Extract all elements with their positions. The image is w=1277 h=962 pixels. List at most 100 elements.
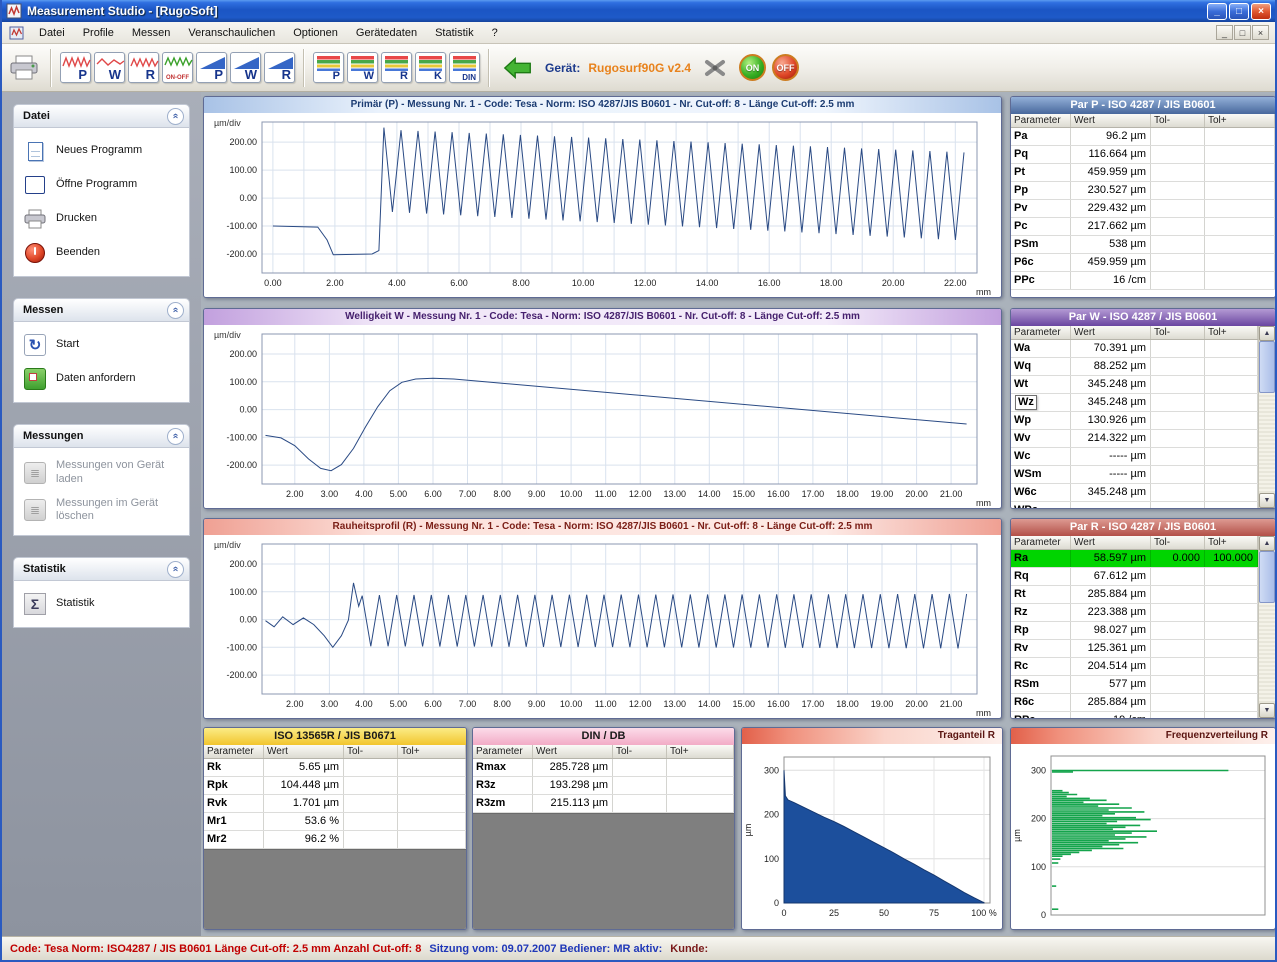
collapse-chevron-icon[interactable]: » (167, 302, 184, 319)
table-row[interactable]: WSm----- µm (1011, 466, 1258, 484)
column-header-wert[interactable]: Wert (1071, 536, 1151, 549)
minimize-button[interactable]: _ (1207, 3, 1227, 20)
column-header-parameter[interactable]: Parameter (473, 745, 533, 758)
table-row[interactable]: PSm538 µm (1011, 236, 1275, 254)
table-row[interactable]: Ra58.597 µm0.000100.000 (1011, 550, 1258, 568)
menu-item-messen[interactable]: Messen (123, 24, 180, 42)
scroll-down-button[interactable]: ▼ (1259, 493, 1275, 508)
sidebar-item-statistik[interactable]: ΣStatistik (14, 587, 189, 621)
sidebar-panel-header-messungen[interactable]: Messungen» (13, 424, 190, 448)
param-edit-box[interactable]: Wz (1015, 395, 1037, 410)
table-row[interactable]: PPc16 /cm (1011, 272, 1275, 290)
scroll-down-button[interactable]: ▼ (1259, 703, 1275, 718)
column-header-wert[interactable]: Wert (264, 745, 344, 758)
table-row[interactable]: Pt459.959 µm (1011, 164, 1275, 182)
close-button[interactable]: × (1251, 3, 1271, 20)
sidebar-panel-header-statistik[interactable]: Statistik» (13, 557, 190, 581)
table-row[interactable]: W6c345.248 µm (1011, 484, 1258, 502)
table-row[interactable]: Pp230.527 µm (1011, 182, 1275, 200)
table-row[interactable]: Rp98.027 µm (1011, 622, 1258, 640)
sidebar-panel-header-messen[interactable]: Messen» (13, 298, 190, 322)
menu-item-veranschaulichen[interactable]: Veranschaulichen (179, 24, 284, 42)
table-row[interactable]: Wq88.252 µm (1011, 358, 1258, 376)
column-header-parameter[interactable]: Parameter (204, 745, 264, 758)
table-row[interactable]: Mr296.2 % (204, 831, 466, 849)
tools-icon[interactable] (702, 56, 728, 80)
column-header-tol[interactable]: Tol- (613, 745, 667, 758)
sidebar-item-neues-programm[interactable]: Neues Programm (14, 134, 189, 168)
menu-item-profile[interactable]: Profile (74, 24, 123, 42)
scrollbar-thumb[interactable] (1259, 551, 1275, 603)
table-row[interactable]: Rvk1.701 µm (204, 795, 466, 813)
table-row[interactable]: RSm577 µm (1011, 676, 1258, 694)
table-row[interactable]: P6c459.959 µm (1011, 254, 1275, 272)
column-header-parameter[interactable]: Parameter (1011, 536, 1071, 549)
column-header-tol[interactable]: Tol- (1151, 114, 1205, 127)
table-row[interactable]: Mr153.6 % (204, 813, 466, 831)
sidebar-item-öffne-programm[interactable]: Öffne Programm (14, 168, 189, 202)
table-row[interactable]: Wa70.391 µm (1011, 340, 1258, 358)
sidebar-item-messungen-von-gerät-laden[interactable]: ≣Messungen von Gerät laden (14, 454, 189, 492)
menu-item-gerätedaten[interactable]: Gerätedaten (347, 24, 426, 42)
view-w-button[interactable]: W (230, 52, 261, 83)
mdi-minimize-button[interactable]: _ (1216, 25, 1233, 40)
sidebar-item-beenden[interactable]: Beenden (14, 236, 189, 270)
menu-item-optionen[interactable]: Optionen (284, 24, 347, 42)
mdi-close-button[interactable]: × (1252, 25, 1269, 40)
mdi-restore-button[interactable]: □ (1234, 25, 1251, 40)
table-row[interactable]: Pa96.2 µm (1011, 128, 1275, 146)
table-row[interactable]: RPc19 /cm (1011, 712, 1258, 718)
column-header-tol[interactable]: Tol+ (1205, 326, 1258, 339)
table-row[interactable]: R3zm215.113 µm (473, 795, 734, 813)
profile-w-button[interactable]: W (94, 52, 125, 83)
table-row[interactable]: Wv214.322 µm (1011, 430, 1258, 448)
vertical-scrollbar[interactable]: ▲▼ (1258, 326, 1275, 508)
print-button[interactable] (8, 54, 40, 82)
column-header-tol[interactable]: Tol- (1151, 536, 1205, 549)
table-row[interactable]: Rc204.514 µm (1011, 658, 1258, 676)
table-row[interactable]: Wp130.926 µm (1011, 412, 1258, 430)
scroll-up-button[interactable]: ▲ (1259, 326, 1275, 341)
device-on-button[interactable]: ON (739, 54, 766, 81)
sidebar-item-drucken[interactable]: Drucken (14, 202, 189, 236)
table-row[interactable]: Rmax285.728 µm (473, 759, 734, 777)
table-row[interactable]: Wt345.248 µm (1011, 376, 1258, 394)
device-off-button[interactable]: OFF (772, 54, 799, 81)
table-row[interactable]: R3z193.298 µm (473, 777, 734, 795)
collapse-chevron-icon[interactable]: » (167, 428, 184, 445)
table-row[interactable]: Rt285.884 µm (1011, 586, 1258, 604)
table-row[interactable]: Pq116.664 µm (1011, 146, 1275, 164)
column-header-parameter[interactable]: Parameter (1011, 114, 1071, 127)
view-p-button[interactable]: P (196, 52, 227, 83)
menu-item-statistik[interactable]: Statistik (426, 24, 483, 42)
sidebar-item-messungen-im-gerät-löschen[interactable]: ≣Messungen im Gerät löschen (14, 492, 189, 530)
table-row[interactable]: Rz223.388 µm (1011, 604, 1258, 622)
column-header-tol[interactable]: Tol- (344, 745, 398, 758)
collapse-chevron-icon[interactable]: » (167, 108, 184, 125)
column-header-tol[interactable]: Tol+ (398, 745, 466, 758)
column-header-parameter[interactable]: Parameter (1011, 326, 1071, 339)
collapse-chevron-icon[interactable]: » (167, 561, 184, 578)
view-r-button[interactable]: R (264, 52, 295, 83)
table-row[interactable]: Rk5.65 µm (204, 759, 466, 777)
column-header-wert[interactable]: Wert (1071, 326, 1151, 339)
maximize-button[interactable]: □ (1229, 3, 1249, 20)
params-k-button[interactable]: K (415, 52, 446, 83)
table-row[interactable]: Wz345.248 µm (1011, 394, 1258, 412)
table-row[interactable]: Rpk104.448 µm (204, 777, 466, 795)
params-din-button[interactable]: DIN (449, 52, 480, 83)
params-w-button[interactable]: W (347, 52, 378, 83)
scrollbar-thumb[interactable] (1259, 341, 1275, 393)
params-r-button[interactable]: R (381, 52, 412, 83)
scrollbar-track[interactable] (1259, 551, 1275, 703)
table-row[interactable]: Rq67.612 µm (1011, 568, 1258, 586)
column-header-tol[interactable]: Tol- (1151, 326, 1205, 339)
profile-p-button[interactable]: P (60, 52, 91, 83)
column-header-tol[interactable]: Tol+ (1205, 114, 1275, 127)
table-row[interactable]: Wc----- µm (1011, 448, 1258, 466)
scroll-up-button[interactable]: ▲ (1259, 536, 1275, 551)
sidebar-item-daten-anfordern[interactable]: Daten anfordern (14, 362, 189, 396)
table-row[interactable]: Pc217.662 µm (1011, 218, 1275, 236)
table-row[interactable]: R6c285.884 µm (1011, 694, 1258, 712)
column-header-tol[interactable]: Tol+ (667, 745, 734, 758)
